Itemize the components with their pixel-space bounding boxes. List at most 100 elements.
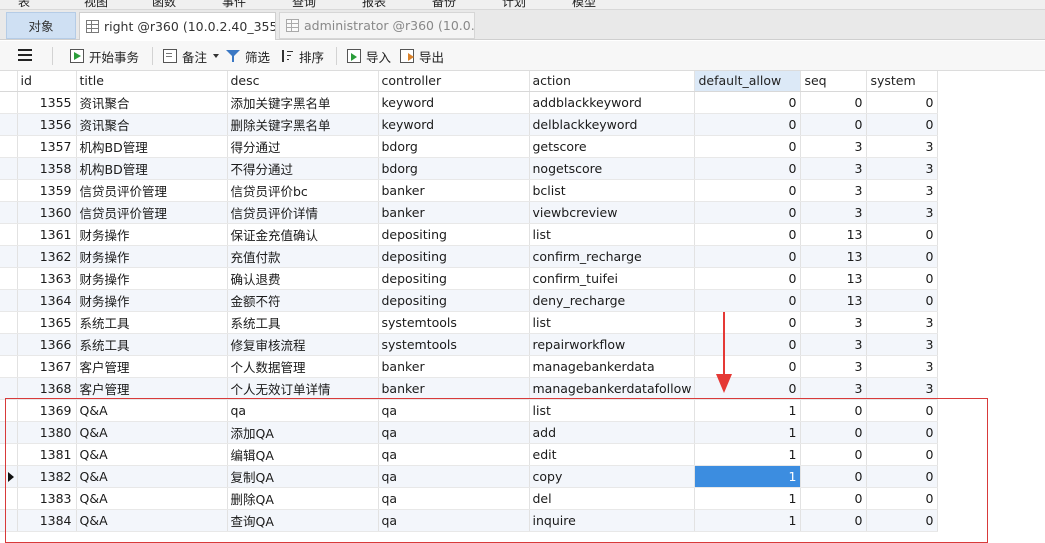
cell-id[interactable]: 1384 — [17, 509, 77, 532]
menu-item-backup[interactable]: 备份 — [432, 0, 456, 9]
cell-controller[interactable]: depositing — [378, 289, 530, 312]
cell-system[interactable]: 0 — [866, 465, 939, 488]
cell-system[interactable]: 3 — [866, 135, 939, 158]
cell-system[interactable]: 0 — [866, 289, 939, 312]
menu-item-view[interactable]: 视图 — [84, 0, 108, 9]
menu-item-report[interactable]: 报表 — [362, 0, 386, 9]
cell-desc[interactable]: 添加关键字黑名单 — [227, 91, 379, 114]
cell-action[interactable]: delblackkeyword — [529, 113, 696, 136]
cell-id[interactable]: 1383 — [17, 487, 77, 510]
cell-controller[interactable]: keyword — [378, 113, 530, 136]
cell-seq[interactable]: 0 — [800, 113, 868, 136]
row-indicator[interactable] — [0, 267, 18, 290]
column-header-default-allow[interactable]: default_allow — [694, 71, 802, 92]
table-row[interactable]: 1365 系统工具 系统工具 systemtools list 0 3 3 — [0, 311, 939, 334]
cell-title[interactable]: 财务操作 — [76, 223, 228, 246]
cell-id[interactable]: 1365 — [17, 311, 77, 334]
row-indicator[interactable] — [0, 113, 18, 136]
table-row[interactable]: 1384 Q&A 查询QA qa inquire 1 0 0 — [0, 509, 939, 532]
cell-id[interactable]: 1362 — [17, 245, 77, 268]
cell-desc[interactable]: 添加QA — [227, 421, 379, 444]
cell-seq[interactable]: 3 — [800, 377, 868, 400]
cell-controller[interactable]: bdorg — [378, 157, 530, 180]
cell-id[interactable]: 1359 — [17, 179, 77, 202]
cell-default-allow[interactable]: 0 — [694, 377, 802, 400]
cell-controller[interactable]: qa — [378, 443, 530, 466]
row-indicator[interactable] — [0, 443, 18, 466]
cell-title[interactable]: 财务操作 — [76, 267, 228, 290]
row-indicator[interactable] — [0, 311, 18, 334]
cell-default-allow[interactable]: 1 — [694, 399, 802, 422]
cell-seq[interactable]: 13 — [800, 289, 868, 312]
cell-seq[interactable]: 13 — [800, 223, 868, 246]
cell-id[interactable]: 1366 — [17, 333, 77, 356]
cell-title[interactable]: Q&A — [76, 487, 228, 510]
cell-action[interactable]: del — [529, 487, 696, 510]
cell-action[interactable]: getscore — [529, 135, 696, 158]
cell-seq[interactable]: 0 — [800, 399, 868, 422]
table-row[interactable]: 1358 机构BD管理 不得分通过 bdorg nogetscore 0 3 3 — [0, 157, 939, 180]
column-header-seq[interactable]: seq — [800, 71, 868, 92]
table-row[interactable]: 1369 Q&A qa qa list 1 0 0 — [0, 399, 939, 422]
menu-item-event[interactable]: 事件 — [222, 0, 246, 9]
row-indicator[interactable] — [0, 201, 18, 224]
cell-id[interactable]: 1363 — [17, 267, 77, 290]
tab-right-table[interactable]: right @r360 (10.0.2.40_3550... — [79, 12, 276, 40]
row-indicator[interactable] — [0, 399, 18, 422]
cell-seq[interactable]: 13 — [800, 245, 868, 268]
cell-id[interactable]: 1369 — [17, 399, 77, 422]
cell-controller[interactable]: banker — [378, 179, 530, 202]
cell-controller[interactable]: banker — [378, 377, 530, 400]
cell-desc[interactable]: 系统工具 — [227, 311, 379, 334]
cell-action[interactable]: managebankerdatafollow — [529, 377, 696, 400]
cell-seq[interactable]: 3 — [800, 333, 868, 356]
cell-id[interactable]: 1361 — [17, 223, 77, 246]
cell-title[interactable]: 系统工具 — [76, 333, 228, 356]
table-row[interactable]: 1360 信贷员评价管理 信贷员评价详情 banker viewbcreview 0 3 3 — [0, 201, 939, 224]
cell-title[interactable]: Q&A — [76, 443, 228, 466]
cell-action[interactable]: add — [529, 421, 696, 444]
cell-default-allow[interactable]: 0 — [694, 289, 802, 312]
table-row[interactable]: 1382 Q&A 复制QA qa copy 1 0 0 — [0, 465, 939, 488]
cell-desc[interactable]: 个人数据管理 — [227, 355, 379, 378]
cell-action[interactable]: bclist — [529, 179, 696, 202]
cell-id[interactable]: 1360 — [17, 201, 77, 224]
cell-action[interactable]: edit — [529, 443, 696, 466]
cell-default-allow[interactable]: 0 — [694, 355, 802, 378]
cell-system[interactable]: 0 — [866, 443, 939, 466]
chevron-down-icon[interactable] — [213, 54, 220, 58]
cell-seq[interactable]: 13 — [800, 267, 868, 290]
table-row[interactable]: 1381 Q&A 编辑QA qa edit 1 0 0 — [0, 443, 939, 466]
table-row[interactable]: 1359 信贷员评价管理 信贷员评价bc banker bclist 0 3 3 — [0, 179, 939, 202]
row-indicator[interactable] — [0, 135, 18, 158]
cell-default-allow[interactable]: 1 — [694, 509, 802, 532]
cell-desc[interactable]: 信贷员评价详情 — [227, 201, 379, 224]
cell-system[interactable]: 0 — [866, 223, 939, 246]
cell-system[interactable]: 3 — [866, 311, 939, 334]
cell-action[interactable]: deny_recharge — [529, 289, 696, 312]
cell-desc[interactable]: 删除关键字黑名单 — [227, 113, 379, 136]
cell-title[interactable]: 财务操作 — [76, 245, 228, 268]
cell-id[interactable]: 1367 — [17, 355, 77, 378]
cell-default-allow[interactable]: 0 — [694, 245, 802, 268]
filter-button[interactable]: 筛选 — [226, 45, 270, 67]
cell-title[interactable]: Q&A — [76, 509, 228, 532]
cell-seq[interactable]: 3 — [800, 179, 868, 202]
cell-title[interactable]: 客户管理 — [76, 355, 228, 378]
cell-controller[interactable]: qa — [378, 465, 530, 488]
cell-action[interactable]: list — [529, 223, 696, 246]
column-header-controller[interactable]: controller — [378, 71, 530, 92]
cell-title[interactable]: 机构BD管理 — [76, 135, 228, 158]
cell-desc[interactable]: 金额不符 — [227, 289, 379, 312]
cell-controller[interactable]: depositing — [378, 267, 530, 290]
cell-controller[interactable]: systemtools — [378, 333, 530, 356]
column-header-desc[interactable]: desc — [227, 71, 379, 92]
table-row[interactable]: 1367 客户管理 个人数据管理 banker managebankerdata 0 3 3 — [0, 355, 939, 378]
cell-action[interactable]: inquire — [529, 509, 696, 532]
row-indicator[interactable] — [0, 421, 18, 444]
cell-title[interactable]: Q&A — [76, 465, 228, 488]
cell-desc[interactable]: 删除QA — [227, 487, 379, 510]
cell-seq[interactable]: 3 — [800, 355, 868, 378]
cell-controller[interactable]: depositing — [378, 223, 530, 246]
tab-objects[interactable]: 对象 — [6, 12, 76, 39]
